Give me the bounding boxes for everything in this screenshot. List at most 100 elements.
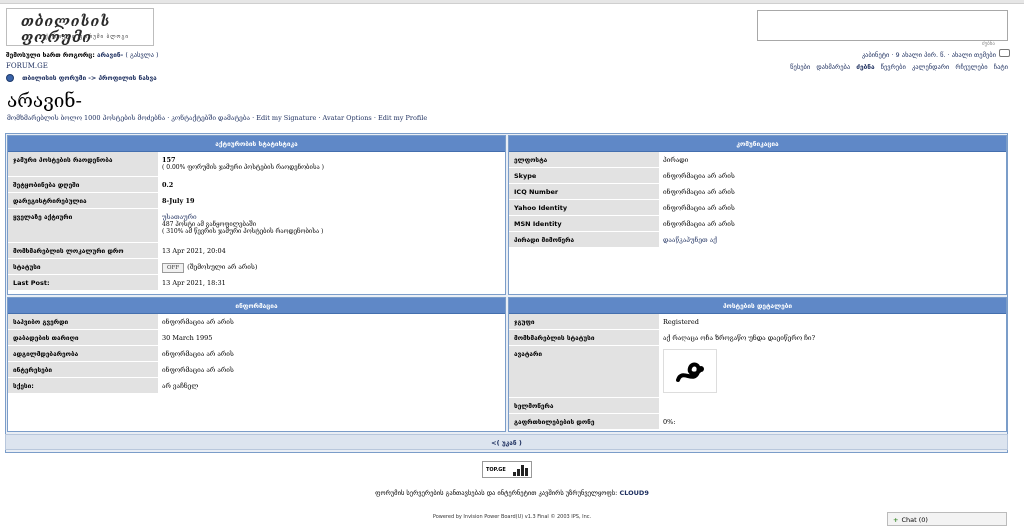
back-link[interactable]: <( უკან ) xyxy=(491,439,522,447)
breadcrumb: თბილისის ფორუმი -> პროფილის ნახვა xyxy=(6,74,157,82)
snake-avatar-icon xyxy=(676,362,704,382)
value-yahoo: ინფორმაცია არ არის xyxy=(663,204,735,212)
site-logo[interactable]: თბილისის ფორუმი ქართული ფორუმი ბლოგი xyxy=(6,8,154,46)
profile-action-links[interactable]: მომხმარებლის ბოლო 1000 პოსტების მოძებნა … xyxy=(7,114,427,122)
user-bar[interactable]: კაბინეტი · 9 ახალი პირ. წ. · ახალი თემებ… xyxy=(862,51,996,59)
label-posts-per-day: შეტყობინება დღეში xyxy=(8,177,158,193)
nav-calendar[interactable]: კალენდარი xyxy=(912,63,949,71)
welcome-username[interactable]: არავინ- xyxy=(97,51,123,59)
row-warn-level: გაფრთხილებების დონე 0%: xyxy=(509,414,1006,430)
label-group: ჯგუფი xyxy=(509,314,659,330)
row-total-posts: ჯამური პოსტების რაოდენობა 157( 0.00% ფორ… xyxy=(8,152,505,177)
value-warn-level: 0%: xyxy=(663,418,676,426)
topge-label: TOP.GE xyxy=(486,467,506,473)
most-active-forum-link[interactable]: უსათაური xyxy=(162,213,197,221)
label-birthday: დაბადების თარიღი xyxy=(8,330,158,346)
nav-rules[interactable]: წესები xyxy=(790,63,810,71)
search-banner-box[interactable] xyxy=(757,10,1008,41)
row-skype: Skype ინფორმაცია არ არის xyxy=(509,168,1006,184)
bar-chart-icon xyxy=(513,465,530,476)
activity-header: აქტიურობის სტატისტიკა xyxy=(8,136,505,152)
hosting-notice: ფორუმის სერვერების განთავსებას და ინტერნ… xyxy=(0,489,1024,497)
nav-help[interactable]: დახმარება xyxy=(816,63,850,71)
label-last-post: Last Post: xyxy=(8,275,158,291)
row-msn: MSN Identity ინფორმაცია არ არის xyxy=(509,216,1006,232)
label-total-posts: ჯამური პოსტების რაოდენობა xyxy=(8,152,158,177)
hosting-provider-link[interactable]: CLOUD9 xyxy=(619,489,648,497)
label-interests: ინტერესები xyxy=(8,362,158,378)
row-birthday: დაბადების თარიღი 30 March 1995 xyxy=(8,330,505,346)
offline-badge: OFF xyxy=(162,263,185,273)
nav-members[interactable]: წევრები xyxy=(881,63,906,71)
site-name-link[interactable]: FORUM.GE xyxy=(6,62,48,70)
value-msn: ინფორმაცია არ არის xyxy=(663,220,735,228)
row-icq: ICQ Number ინფორმაცია არ არის xyxy=(509,184,1006,200)
row-local-time: მომხმარებლის ლოკალური დრო 13 Apr 2021, 2… xyxy=(8,243,505,259)
logout-link[interactable]: ( გასვლა ) xyxy=(125,51,158,59)
row-status: სტატუსი OFF (შემოსული არ არის) xyxy=(8,259,505,275)
message-icon[interactable] xyxy=(999,49,1010,57)
welcome-prefix: შემოსული ხართ როგორც: xyxy=(6,51,95,59)
value-location: ინფორმაცია არ არის xyxy=(162,350,234,358)
row-member-title: მომხმარებლის სტატუსი აქ რაღაცა ოჩა ზროგა… xyxy=(509,330,1006,346)
label-msn: MSN Identity xyxy=(509,216,659,232)
communication-panel: კომუნიკაცია ელფოსტა პირადი Skype ინფორმა… xyxy=(508,135,1007,295)
value-gender: არ ვაჩნელ xyxy=(162,382,199,390)
value-group: Registered xyxy=(663,318,699,326)
row-group: ჯგუფი Registered xyxy=(509,314,1006,330)
value-email: პირადი xyxy=(663,156,689,164)
chat-label: Chat (0) xyxy=(901,516,928,524)
value-icq: ინფორმაცია არ არის xyxy=(663,188,735,196)
row-homepage: საჰვიბო გვერდი ინფორმაცია არ არის xyxy=(8,314,505,330)
value-homepage: ინფორმაცია არ არის xyxy=(162,318,234,326)
value-most-active: უსათაური 487 პოსტი ამ განყოფილებაში ( 31… xyxy=(162,213,324,235)
value-total-posts: 157( 0.00% ფორუმის ჯამური პოსტების რაოდე… xyxy=(162,156,324,171)
row-yahoo: Yahoo Identity ინფორმაცია არ არის xyxy=(509,200,1006,216)
label-gender: სქესი: xyxy=(8,378,158,394)
chat-widget[interactable]: + Chat (0) xyxy=(887,512,1007,526)
chat-plus-icon: + xyxy=(893,516,899,524)
main-nav: წესები დახმარება ძებნა წევრები კალენდარი… xyxy=(786,63,1008,71)
label-email: ელფოსტა xyxy=(509,152,659,168)
row-posts-per-day: შეტყობინება დღეში 0.2 xyxy=(8,177,505,193)
communication-header: კომუნიკაცია xyxy=(509,136,1006,152)
label-signature: ხელმოწერა xyxy=(509,398,659,414)
value-skype: ინფორმაცია არ არის xyxy=(663,172,735,180)
value-status: OFF (შემოსული არ არის) xyxy=(162,259,505,275)
forum-home-icon xyxy=(6,74,14,82)
breadcrumb-forum[interactable]: თბილისის ფორუმი xyxy=(22,74,86,82)
breadcrumb-page: პროფილის ნახვა xyxy=(98,74,157,82)
back-bar: <( უკან ) xyxy=(5,434,1008,450)
row-most-active: ყველაზე აქტიური უსათაური 487 პოსტი ამ გა… xyxy=(8,209,505,243)
breadcrumb-separator: -> xyxy=(88,74,97,82)
value-member-title: აქ რაღაცა ოჩა ზროგაწო უნდა დაეიწერო ჩი? xyxy=(663,334,816,342)
value-birthday: 30 March 1995 xyxy=(162,334,213,342)
label-status: სტატუსი xyxy=(8,259,158,275)
label-homepage: საჰვიბო გვერდი xyxy=(8,314,158,330)
label-registered: დარეგისტრირებულია xyxy=(8,193,158,209)
search-caption: ძებნა xyxy=(982,41,995,47)
powered-by[interactable]: Powered by Invision Power Board(U) v1.3 … xyxy=(0,514,1024,520)
logo-subtitle: ქართული ფორუმი ბლოგი xyxy=(45,34,129,40)
row-signature: ხელმოწერა xyxy=(509,398,1006,414)
value-last-post: 13 Apr 2021, 18:31 xyxy=(162,279,226,287)
post-details-header: პოსტების დეტალები xyxy=(509,298,1006,314)
top-ge-counter[interactable]: TOP.GE xyxy=(482,461,532,478)
label-avatar: ავატარი xyxy=(509,346,659,398)
label-local-time: მომხმარებლის ლოკალური დრო xyxy=(8,243,158,259)
row-avatar: ავატარი xyxy=(509,346,1006,398)
nav-favorites[interactable]: რჩეულები xyxy=(955,63,987,71)
label-skype: Skype xyxy=(509,168,659,184)
nav-chat[interactable]: ჩატი xyxy=(994,63,1008,71)
profile-container: აქტიურობის სტატისტიკა ჯამური პოსტების რა… xyxy=(5,133,1008,453)
profile-name: არავინ- xyxy=(7,90,82,112)
avatar xyxy=(663,349,717,393)
nav-search[interactable]: ძებნა xyxy=(856,63,874,71)
label-most-active: ყველაზე აქტიური xyxy=(8,209,158,243)
send-pm-link[interactable]: დააწკაპუნეთ აქ xyxy=(663,232,1006,248)
activity-panel: აქტიურობის სტატისტიკა ჯამური პოსტების რა… xyxy=(7,135,506,295)
top-border xyxy=(0,0,1024,4)
row-location: ადგილმდებარეობა ინფორმაცია არ არის xyxy=(8,346,505,362)
value-registered: 8-July 19 xyxy=(162,197,195,205)
hosting-text: ფორუმის სერვერების განთავსებას და ინტერნ… xyxy=(375,489,618,497)
